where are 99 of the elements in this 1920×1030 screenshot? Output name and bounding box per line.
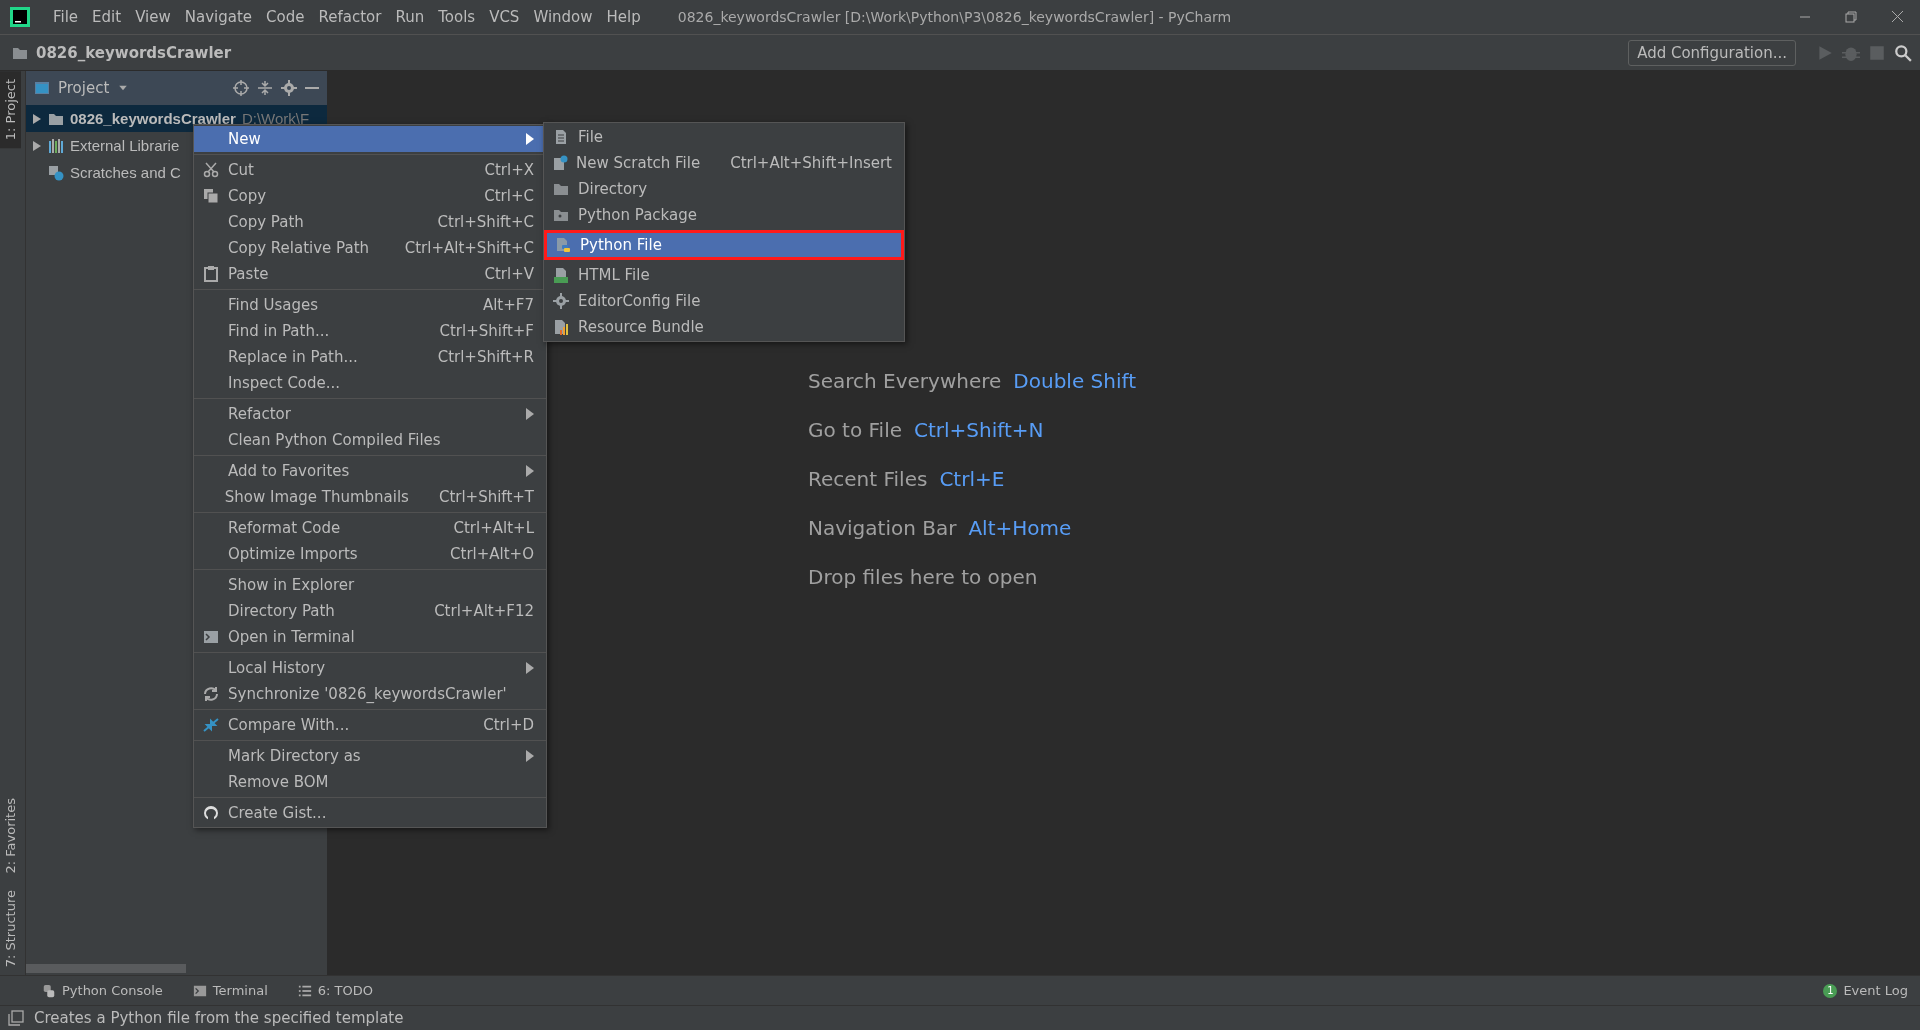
menu-item[interactable]: Tools: [431, 8, 483, 26]
menu-item[interactable]: Navigate: [177, 8, 260, 26]
menu-item[interactable]: File: [544, 124, 904, 150]
menu-item[interactable]: Clean Python Compiled Files: [194, 427, 546, 453]
compare-arrows-icon: [203, 717, 219, 733]
menu-item[interactable]: Copy Path Ctrl+Shift+C: [194, 209, 546, 235]
menu-item[interactable]: Directory: [544, 176, 904, 202]
window-icon: [34, 80, 50, 96]
copy-icon: [203, 188, 219, 204]
package-folder-icon: [553, 207, 569, 223]
menu-item[interactable]: Refactor: [311, 8, 389, 26]
hint-label: Navigation Bar: [808, 516, 957, 540]
terminal-icon: [192, 983, 207, 998]
library-icon: [48, 137, 64, 154]
app-logo-icon: [10, 7, 30, 27]
menu-item[interactable]: Run: [388, 8, 432, 26]
scratch-file-icon: [552, 155, 568, 171]
hint-shortcut: Ctrl+Shift+N: [914, 418, 1044, 442]
hint-label: Drop files here to open: [808, 565, 1038, 589]
stop-icon: [1868, 43, 1886, 62]
menu-item[interactable]: Paste Ctrl+V: [194, 261, 546, 287]
tool-window-tab[interactable]: 6: TODO: [297, 983, 373, 998]
tool-window-tab[interactable]: Python Console: [42, 983, 163, 998]
menu-item[interactable]: File: [46, 8, 86, 26]
terminal-icon: [203, 629, 219, 645]
scrollbar[interactable]: [26, 964, 186, 973]
menu-item[interactable]: Copy Ctrl+C: [194, 183, 546, 209]
bar-chart-file-icon: [553, 319, 569, 335]
menu-item[interactable]: Directory Path Ctrl+Alt+F12: [194, 598, 546, 624]
menu-item[interactable]: Compare With... Ctrl+D: [194, 712, 546, 738]
collapse-icon: [257, 80, 273, 96]
menu-item[interactable]: Add to Favorites: [194, 458, 546, 484]
menu-item[interactable]: HTML File: [544, 262, 904, 288]
tool-window-tab[interactable]: 2: Favorites: [0, 790, 21, 882]
crosshair-icon: [233, 80, 249, 96]
menu-item[interactable]: Code: [259, 8, 312, 26]
menu-item[interactable]: New Scratch File Ctrl+Alt+Shift+Insert: [544, 150, 904, 176]
menu-item[interactable]: Resource Bundle: [544, 314, 904, 340]
menu-item[interactable]: Copy Relative Path Ctrl+Alt+Shift+C: [194, 235, 546, 261]
tool-window-tab[interactable]: Terminal: [192, 983, 268, 998]
document-icon: [553, 129, 569, 145]
menu-item[interactable]: View: [128, 8, 178, 26]
menu-item[interactable]: Python Package: [544, 202, 904, 228]
menu-item[interactable]: Edit: [85, 8, 129, 26]
scissors-icon: [203, 162, 219, 178]
python-file-icon: [555, 237, 571, 253]
menu-item[interactable]: Inspect Code...: [194, 370, 546, 396]
tool-window-tab[interactable]: 7: Structure: [0, 881, 21, 975]
menu-item[interactable]: Window: [526, 8, 600, 26]
menu-item[interactable]: Show in Explorer: [194, 572, 546, 598]
menu-item[interactable]: Python File: [546, 232, 902, 258]
tree-label: External Librarie: [70, 137, 180, 154]
hint-label: Recent Files: [808, 467, 928, 491]
tool-window-tab[interactable]: 1: Project: [0, 71, 21, 149]
hint-shortcut: Double Shift: [1013, 369, 1137, 393]
menu-item[interactable]: Create Gist...: [194, 800, 546, 826]
menu-item[interactable]: Optimize Imports Ctrl+Alt+O: [194, 541, 546, 567]
menu-item[interactable]: Find in Path... Ctrl+Shift+F: [194, 318, 546, 344]
clipboard-icon: [203, 266, 219, 282]
menu-item[interactable]: Open in Terminal: [194, 624, 546, 650]
folder-icon: [553, 181, 569, 197]
status-message: Creates a Python file from the specified template: [34, 1009, 404, 1027]
scratches-icon: [48, 164, 64, 181]
add-configuration-button[interactable]: Add Configuration...: [1628, 39, 1796, 66]
panel-title[interactable]: Project: [58, 79, 110, 97]
python-icon: [42, 983, 56, 998]
sync-icon: [203, 686, 219, 702]
breadcrumb[interactable]: 0826_keywordsCrawler: [36, 43, 1621, 62]
search-icon: [1894, 43, 1912, 62]
tree-label: 0826_keywordsCrawler: [70, 110, 236, 127]
menu-item[interactable]: Local History: [194, 655, 546, 681]
hint-shortcut: Alt+Home: [968, 516, 1072, 540]
hint-shortcut: Ctrl+E: [939, 467, 1005, 491]
list-icon: [297, 983, 312, 998]
window-title: 0826_keywordsCrawler [D:\Work\Python\P3\0826_keywordsCrawler] - PyCharm: [677, 9, 1233, 25]
hint-label: Go to File: [808, 418, 902, 442]
tree-label: Scratches and C: [70, 164, 181, 181]
menu-item[interactable]: Reformat Code Ctrl+Alt+L: [194, 515, 546, 541]
collapsed-arrow-icon[interactable]: [32, 140, 42, 151]
hint-label: Search Everywhere: [808, 369, 1002, 393]
menu-item[interactable]: Find Usages Alt+F7: [194, 292, 546, 318]
notification-badge: 1: [1823, 983, 1838, 998]
menu-item[interactable]: New: [194, 126, 546, 152]
menu-item[interactable]: Help: [599, 8, 648, 26]
menu-item[interactable]: Remove BOM: [194, 769, 546, 795]
menu-item[interactable]: EditorConfig File: [544, 288, 904, 314]
event-log-tab[interactable]: 1 Event Log: [1823, 983, 1908, 998]
menu-item[interactable]: Refactor: [194, 401, 546, 427]
menu-item[interactable]: Show Image Thumbnails Ctrl+Shift+T: [194, 484, 546, 510]
menu-item[interactable]: Replace in Path... Ctrl+Shift+R: [194, 344, 546, 370]
run-icon: [1816, 43, 1834, 62]
tree-path: D:\Work\F: [241, 110, 310, 127]
menu-item[interactable]: Synchronize '0826_keywordsCrawler': [194, 681, 546, 707]
html-file-icon: [553, 267, 569, 283]
menu-item[interactable]: Cut Ctrl+X: [194, 157, 546, 183]
window-toggle-icon: [8, 1010, 24, 1026]
menu-item[interactable]: VCS: [482, 8, 527, 26]
menu-item[interactable]: Mark Directory as: [194, 743, 546, 769]
collapsed-arrow-icon[interactable]: [32, 113, 42, 124]
